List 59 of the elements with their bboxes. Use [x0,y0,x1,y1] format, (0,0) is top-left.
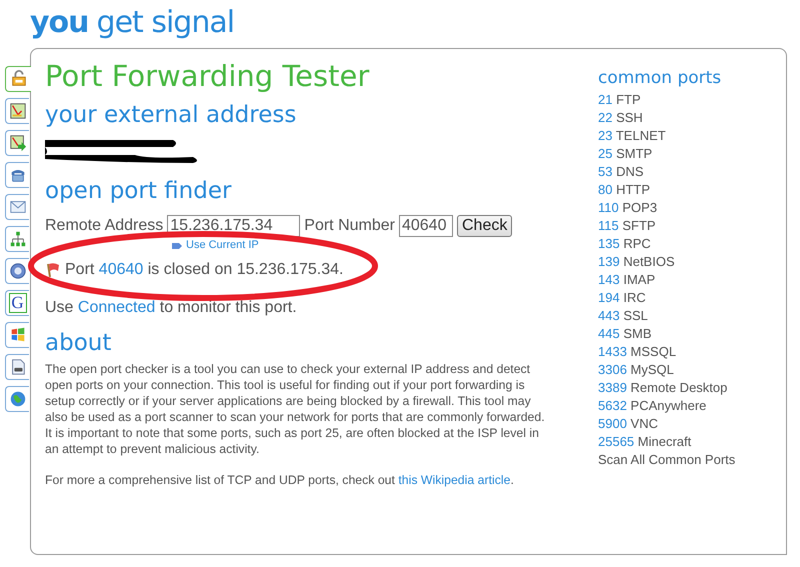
tool-tab[interactable] [5,66,31,92]
port-link[interactable]: 445 SMB [598,325,786,343]
tool-tab[interactable]: G [5,290,29,316]
wikipedia-link[interactable]: this Wikipedia article [398,473,510,487]
port-link[interactable]: 5900 VNC [598,415,786,433]
tool-tab[interactable] [5,226,29,252]
mail-icon [8,198,26,216]
port-link[interactable]: 1433 MSSQL [598,343,786,361]
tool-tab[interactable] [5,354,29,380]
connected-link[interactable]: Connected [78,299,156,316]
tool-tab[interactable] [5,322,29,348]
port-link[interactable]: 23 TELNET [598,127,786,145]
port-link[interactable]: 80 HTTP [598,181,786,199]
check-button[interactable]: Check [456,215,512,237]
globe-icon [8,390,26,408]
port-link[interactable]: 53 DNS [598,163,786,181]
port-link[interactable]: 115 SFTP [598,217,786,235]
port-link[interactable]: 139 NetBIOS [598,253,786,271]
port-link[interactable]: 135 RPC [598,235,786,253]
tool-tab[interactable] [5,194,29,220]
arrow-icon [171,240,183,250]
scan-all-link[interactable]: Scan All Common Ports [598,451,786,469]
port-link[interactable]: 3306 MySQL [598,361,786,379]
port-link[interactable]: 25565 Minecraft [598,433,786,451]
page-title: Port Forwarding Tester [45,58,370,95]
port-link[interactable]: 194 IRC [598,289,786,307]
result-message: Port 40640 is closed on 15.236.175.34. [65,261,344,279]
flag-icon [45,262,61,278]
chart-icon [8,102,26,120]
port-link[interactable]: 110 POP3 [598,199,786,217]
port-link[interactable]: 40640 [98,261,144,278]
section-heading: about [45,329,112,358]
common-ports-heading: common ports [598,67,722,90]
field-label: Remote Address [45,217,164,235]
port-link[interactable]: 21 FTP [598,91,786,109]
letter-icon: G [8,293,26,313]
tool-tab[interactable] [5,98,29,124]
windows-icon [8,326,26,344]
section-heading: your external address [45,101,298,130]
tool-tab[interactable] [5,162,29,188]
port-link[interactable]: 22 SSH [598,109,786,127]
field-label: Port Number [304,217,395,235]
port-link[interactable]: 143 IMAP [598,271,786,289]
section-heading: open port finder [45,177,232,206]
tool-tab[interactable] [5,130,29,156]
monitor-message: Use Connected to monitor this port. [45,299,298,317]
port-link[interactable]: 25 SMTP [598,145,786,163]
tool-tab[interactable] [5,386,29,412]
port-link[interactable]: 5632 PCAnywhere [598,397,786,415]
port-field[interactable]: 40640 [398,215,453,237]
lock-icon [10,70,28,88]
footer-text: For more a comprehensive list of TCP and UDP ports, check out this Wikipedia article. [45,473,515,487]
about-paragraph: The open port checker is a tool you can use to check your external IP address and detect open ports on your connection. This tool is useful for finding out if your port forwarding is setup correctly or if your server applications are being blocked by a firewall. This tool may also be used as a port scanner to scan your network for ports that are commonly forwarded. It is important to note that some ports, such as port 25, are often blocked at the ISP level in an attempt to prevent malicious activity. [45,361,546,457]
port-link[interactable]: 443 SSL [598,307,786,325]
site-logo[interactable]: you get signal [0,0,800,48]
tool-tab[interactable] [5,258,29,284]
network-icon [8,230,26,248]
use-current-ip-link[interactable]: Use Current IP [171,239,259,251]
port-link[interactable]: 3389 Remote Desktop [598,379,786,397]
